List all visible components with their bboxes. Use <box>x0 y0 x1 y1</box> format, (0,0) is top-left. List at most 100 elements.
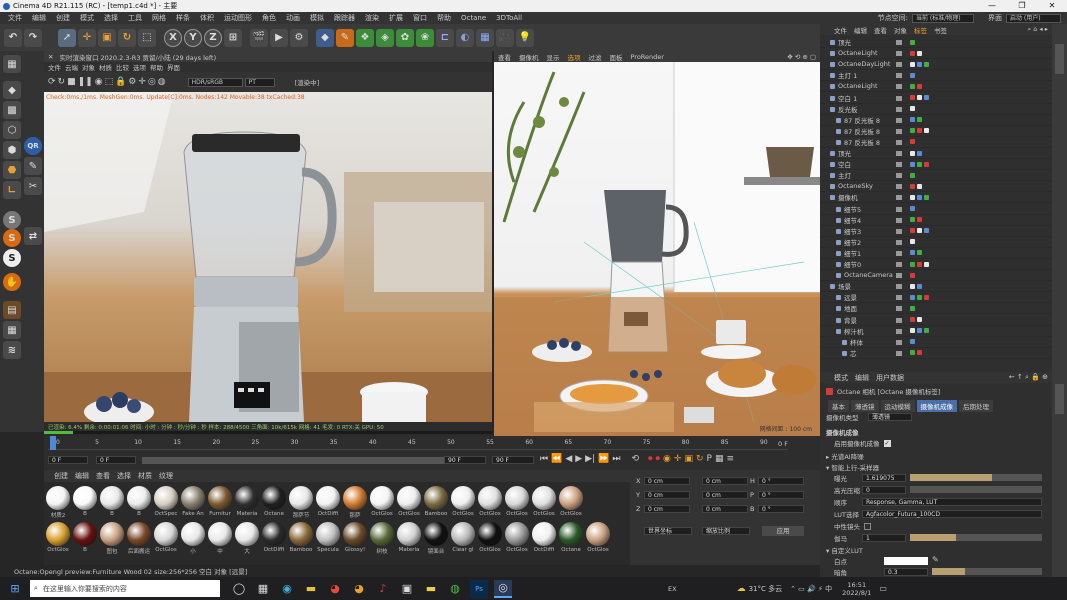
order-dropdown[interactable]: Response, Gamma, LUT <box>862 498 1042 506</box>
vignette-slider[interactable] <box>932 568 1042 575</box>
material-swatch[interactable] <box>208 486 232 510</box>
render-region-icon[interactable]: 🎬 <box>250 28 268 47</box>
generator-icon[interactable]: ◈ <box>376 28 394 47</box>
pick-material-icon[interactable]: ◍ <box>158 77 166 87</box>
object-row[interactable]: 细节2 <box>820 237 1052 248</box>
points-mode-icon[interactable]: ⬡ <box>3 121 21 139</box>
material-swatch[interactable] <box>424 522 448 546</box>
vp-menu-display[interactable]: 显示 <box>547 52 560 62</box>
menu-render[interactable]: 渲染 <box>360 13 384 23</box>
material-swatch[interactable] <box>100 486 124 510</box>
material-swatch[interactable] <box>559 486 583 510</box>
tab-post-processing[interactable]: 后期处理 <box>959 400 993 412</box>
colorspace-dropdown[interactable]: HDR/sRGB <box>187 77 243 87</box>
key-pla-icon[interactable]: ▦ <box>715 454 724 464</box>
object-row[interactable]: 细节1 <box>820 248 1052 259</box>
timeline-ruler[interactable]: 0 5 10 15 20 25 30 35 40 45 50 55 60 65 70 75 80 85 90 <box>48 436 788 450</box>
axis-mode-icon[interactable]: ∟ <box>3 181 21 199</box>
render-view-icon[interactable]: ▶ <box>270 28 288 47</box>
object-tag-icon[interactable] <box>910 305 915 311</box>
tab-basic[interactable]: 基本 <box>828 400 849 412</box>
material-swatch[interactable] <box>262 486 286 510</box>
material-swatch[interactable] <box>532 522 556 546</box>
key-scale-icon[interactable]: ▣ <box>684 454 693 464</box>
object-tag-icon[interactable] <box>917 183 922 189</box>
object-tag-icon[interactable] <box>917 328 922 334</box>
object-row[interactable]: 远景 <box>820 292 1052 304</box>
chrome2-icon[interactable]: ◕ <box>350 580 368 598</box>
material-swatch[interactable] <box>532 486 556 510</box>
visibility-toggle[interactable] <box>896 350 902 356</box>
subdivision-icon[interactable]: ❖ <box>356 28 374 47</box>
exposure-slider[interactable] <box>910 474 1042 481</box>
object-tag-icon[interactable] <box>917 250 922 256</box>
keyframe-sel-icon[interactable]: ◉ <box>663 454 671 464</box>
visibility-toggle[interactable] <box>896 184 902 190</box>
prev-key-icon[interactable]: ⏪ <box>551 454 562 464</box>
menu-character[interactable]: 角色 <box>257 13 281 23</box>
object-tag-icon[interactable] <box>910 317 915 322</box>
material-swatch[interactable] <box>343 522 367 546</box>
mat-menu-edit[interactable]: 编辑 <box>75 471 89 481</box>
visibility-toggle[interactable] <box>896 262 902 267</box>
obj-menu-file[interactable]: 文件 <box>834 25 847 35</box>
material-swatch[interactable] <box>505 522 529 546</box>
neutral-checkbox[interactable] <box>864 522 871 530</box>
object-tag-icon[interactable] <box>917 283 922 289</box>
axis-x-button[interactable]: X <box>164 28 182 47</box>
obj-nav-icons[interactable]: ⌕ ⌂ ◂ ▸ <box>1028 25 1053 34</box>
plugin-s2-icon[interactable]: S <box>3 229 21 247</box>
visibility-toggle[interactable] <box>896 195 902 201</box>
obj-menu-bookmarks[interactable]: 书签 <box>934 25 947 35</box>
tab-motion-blur[interactable]: 运动模糊 <box>880 400 915 412</box>
start-frame-field[interactable]: 0 F <box>96 456 136 464</box>
object-row[interactable]: OctaneSky <box>820 181 1052 193</box>
object-tag-icon[interactable] <box>910 350 915 356</box>
deformer-icon[interactable]: ❀ <box>416 28 434 47</box>
minimize-icon[interactable]: — <box>977 0 1007 12</box>
object-row[interactable]: 细节3 <box>820 226 1052 237</box>
object-tag-icon[interactable] <box>924 228 929 234</box>
ime-indicator[interactable]: EX <box>668 585 677 593</box>
visibility-toggle[interactable] <box>896 339 902 345</box>
material-swatch[interactable] <box>505 486 529 510</box>
object-tag-icon[interactable] <box>917 128 922 134</box>
object-tag-icon[interactable] <box>924 294 929 300</box>
material-swatch[interactable] <box>451 522 475 546</box>
floor-icon[interactable]: ▦ <box>476 28 494 47</box>
camera-icon[interactable]: 🎥 <box>496 28 514 47</box>
object-tag-icon[interactable] <box>910 239 915 245</box>
material-swatch[interactable] <box>235 522 259 546</box>
visibility-toggle[interactable] <box>896 206 902 212</box>
rot-b-field[interactable]: 0 ° <box>758 505 804 513</box>
visibility-toggle[interactable] <box>896 173 902 179</box>
pos-x-field[interactable]: 0 cm <box>644 477 690 485</box>
rot-h-field[interactable]: 0 ° <box>758 477 804 485</box>
menu-create[interactable]: 创建 <box>51 13 75 23</box>
coordinate-system-icon[interactable]: ⊞ <box>224 28 242 47</box>
mat-menu-create[interactable]: 创建 <box>54 471 68 481</box>
windows-start-icon[interactable]: ⊞ <box>6 580 24 598</box>
material-swatch[interactable] <box>46 522 70 546</box>
current-frame-field[interactable]: 0 F <box>48 456 88 464</box>
material-swatch[interactable] <box>46 486 70 510</box>
taskbar-search-box[interactable]: ⌕ 在这里输入你要搜索的内容 <box>30 580 220 597</box>
settings-icon[interactable]: ⚙ <box>128 77 136 87</box>
object-row[interactable]: 榨汁机 <box>820 326 1052 337</box>
visibility-toggle[interactable] <box>896 51 902 57</box>
object-tag-icon[interactable] <box>910 294 915 300</box>
vp-menu-panel[interactable]: 面板 <box>610 52 623 62</box>
menu-mograph[interactable]: 运动图形 <box>219 13 257 23</box>
viewer-menu-compare[interactable]: 比较 <box>116 62 129 72</box>
object-tag-icon[interactable] <box>917 50 922 56</box>
live-render-image[interactable]: Check:0ms./1ms. MeshGen:0ms. Update[C]:0… <box>44 92 492 422</box>
menu-tracker[interactable]: 跟踪器 <box>329 13 360 23</box>
object-tag-icon[interactable] <box>917 117 922 123</box>
object-tag-icon[interactable] <box>917 161 922 167</box>
stop-icon[interactable]: ■ <box>67 77 76 87</box>
object-tag-icon[interactable] <box>910 106 915 112</box>
object-row[interactable]: 细节4 <box>820 215 1052 226</box>
menu-animate[interactable]: 动画 <box>281 13 305 23</box>
rotate-icon[interactable]: ↻ <box>118 28 136 47</box>
visibility-toggle[interactable] <box>896 273 902 279</box>
